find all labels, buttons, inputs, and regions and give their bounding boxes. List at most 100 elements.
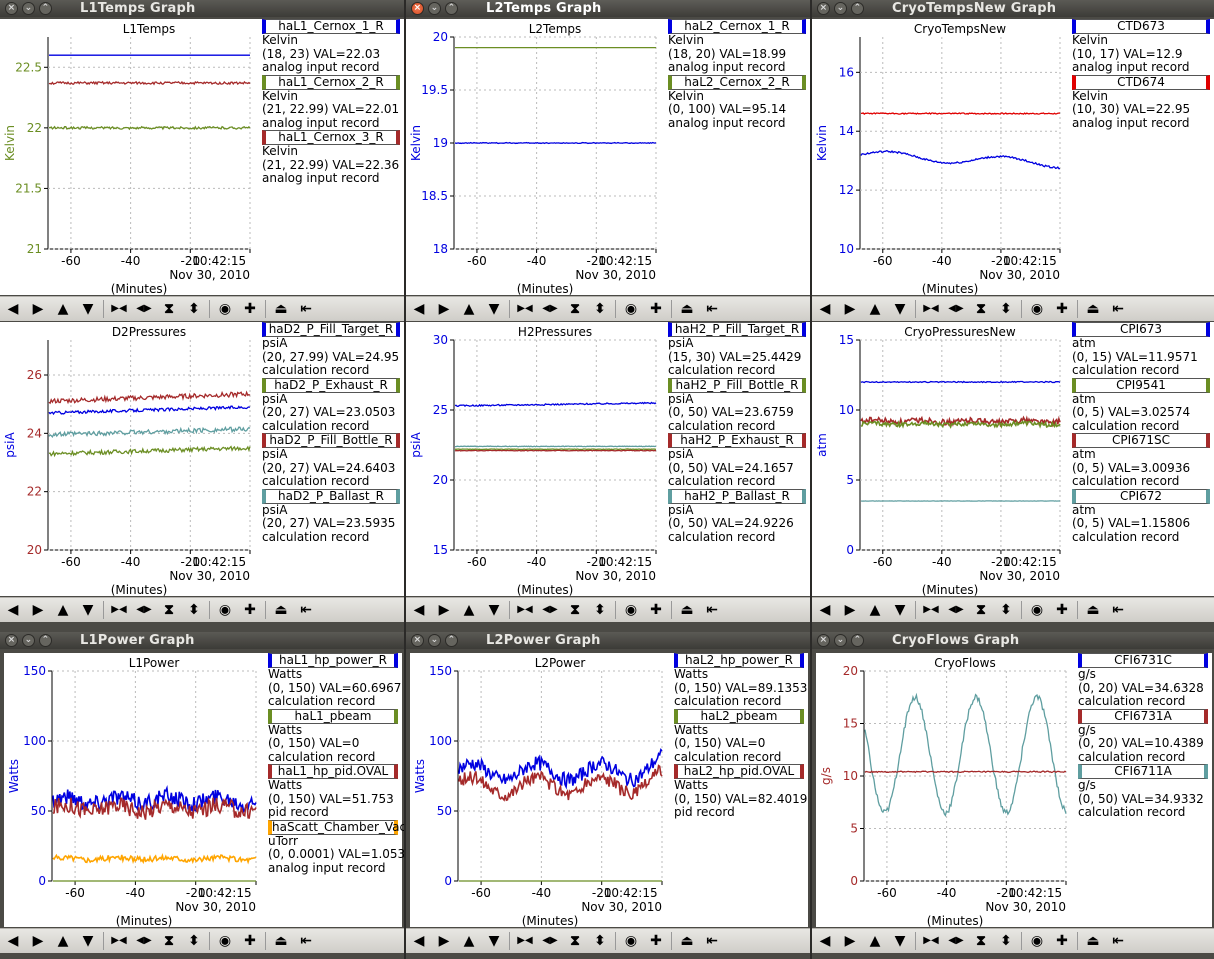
maximize-icon[interactable]: ⌃ xyxy=(851,2,864,15)
arrow-down-button[interactable]: ▼ xyxy=(483,299,505,319)
legend-pv-name[interactable]: haScatt_Chamber_Vac_R xyxy=(268,819,404,835)
legend-pv-name[interactable]: haL2_hp_power_R xyxy=(674,653,804,668)
legend-pv-name[interactable]: CFI6731C xyxy=(1078,653,1208,668)
arrow-left-button[interactable]: ◀ xyxy=(814,931,836,951)
window-titlebar[interactable]: × ⌄ ⌃ L2Temps Graph xyxy=(406,0,810,17)
legend-pv-name[interactable]: haL1_Cernox_3_R xyxy=(262,130,400,145)
legend-item[interactable]: haD2_P_Exhaust_R psiA (20, 27) VAL=23.0503… xyxy=(262,377,400,434)
shrink-vertical-button[interactable]: ⧗ xyxy=(564,299,586,319)
expand-vertical-button[interactable]: ⬍ xyxy=(589,931,611,951)
window-titlebar[interactable]: × ⌄ ⌃ L1Power Graph xyxy=(0,632,404,649)
dock-button[interactable]: ⇤ xyxy=(701,600,723,620)
zoom-fit-button[interactable]: ⏏ xyxy=(676,600,698,620)
shrink-horizontal-button[interactable]: ▶◀ xyxy=(920,600,942,620)
expand-horizontal-button[interactable]: ◀▶ xyxy=(945,931,967,951)
dock-button[interactable]: ⇤ xyxy=(295,600,317,620)
legend-pv-name[interactable]: CPI672 xyxy=(1072,488,1210,504)
legend-item[interactable]: haH2_P_Fill_Target_R psiA (15, 30) VAL=25.… xyxy=(668,322,806,378)
legend-item[interactable]: haH2_P_Ballast_R psiA (0, 50) VAL=24.9226 c… xyxy=(668,488,806,545)
expand-vertical-button[interactable]: ⬍ xyxy=(589,600,611,620)
shrink-horizontal-button[interactable]: ▶◀ xyxy=(108,299,130,319)
minimize-icon[interactable]: ⌄ xyxy=(22,2,35,15)
legend-item[interactable]: CPI9541 atm (0, 5) VAL=3.02574 calculation … xyxy=(1072,377,1210,434)
add-plus-button[interactable]: ✚ xyxy=(645,299,667,319)
close-icon[interactable]: × xyxy=(817,634,830,647)
arrow-left-button[interactable]: ◀ xyxy=(408,931,430,951)
zoom-fit-button[interactable]: ⏏ xyxy=(1082,931,1104,951)
close-icon[interactable]: × xyxy=(5,634,18,647)
arrow-right-button[interactable]: ▶ xyxy=(433,931,455,951)
shrink-horizontal-button[interactable]: ▶◀ xyxy=(920,299,942,319)
legend-item[interactable]: CFI6731C g/s (0, 20) VAL=34.6328 calculatio… xyxy=(1078,653,1208,709)
expand-horizontal-button[interactable]: ◀▶ xyxy=(133,600,155,620)
add-plus-button[interactable]: ✚ xyxy=(1051,931,1073,951)
expand-vertical-button[interactable]: ⬍ xyxy=(995,299,1017,319)
shrink-horizontal-button[interactable]: ▶◀ xyxy=(920,931,942,951)
arrow-up-button[interactable]: ▲ xyxy=(458,299,480,319)
dock-button[interactable]: ⇤ xyxy=(701,299,723,319)
arrow-left-button[interactable]: ◀ xyxy=(408,600,430,620)
maximize-icon[interactable]: ⌃ xyxy=(39,2,52,15)
legend-pv-name[interactable]: haL2_hp_pid.OVAL xyxy=(674,764,804,779)
legend-pv-name[interactable]: haH2_P_Exhaust_R xyxy=(668,433,806,448)
expand-horizontal-button[interactable]: ◀▶ xyxy=(539,931,561,951)
close-icon[interactable]: × xyxy=(817,2,830,15)
legend-pv-name[interactable]: haH2_P_Ballast_R xyxy=(668,488,806,504)
legend-pv-name[interactable]: CPI9541 xyxy=(1072,377,1210,393)
legend-item[interactable]: haL1_hp_pid.OVAL Watts (0, 150) VAL=51.753… xyxy=(268,764,398,820)
autoscale-circle-button[interactable]: ◉ xyxy=(620,600,642,620)
arrow-left-button[interactable]: ◀ xyxy=(814,600,836,620)
legend-pv-name[interactable]: haL2_Cernox_1_R xyxy=(668,19,806,34)
arrow-right-button[interactable]: ▶ xyxy=(27,299,49,319)
minimize-icon[interactable]: ⌄ xyxy=(428,2,441,15)
maximize-icon[interactable]: ⌃ xyxy=(39,634,52,647)
expand-vertical-button[interactable]: ⬍ xyxy=(183,931,205,951)
legend-pv-name[interactable]: haL2_Cernox_2_R xyxy=(668,74,806,90)
dock-button[interactable]: ⇤ xyxy=(295,299,317,319)
zoom-fit-button[interactable]: ⏏ xyxy=(1082,600,1104,620)
arrow-up-button[interactable]: ▲ xyxy=(864,931,886,951)
arrow-down-button[interactable]: ▼ xyxy=(483,931,505,951)
arrow-down-button[interactable]: ▼ xyxy=(77,931,99,951)
legend-pv-name[interactable]: haD2_P_Exhaust_R xyxy=(262,377,400,393)
legend-item[interactable]: CTD673 Kelvin (10, 17) VAL=12.9 analog inpu… xyxy=(1072,19,1210,75)
maximize-icon[interactable]: ⌃ xyxy=(445,634,458,647)
autoscale-circle-button[interactable]: ◉ xyxy=(1026,931,1048,951)
legend-item[interactable]: CPI672 atm (0, 5) VAL=1.15806 calculation r… xyxy=(1072,488,1210,545)
arrow-right-button[interactable]: ▶ xyxy=(839,931,861,951)
autoscale-circle-button[interactable]: ◉ xyxy=(620,299,642,319)
expand-vertical-button[interactable]: ⬍ xyxy=(589,299,611,319)
zoom-fit-button[interactable]: ⏏ xyxy=(676,931,698,951)
shrink-vertical-button[interactable]: ⧗ xyxy=(970,299,992,319)
shrink-horizontal-button[interactable]: ▶◀ xyxy=(108,600,130,620)
arrow-down-button[interactable]: ▼ xyxy=(889,931,911,951)
arrow-up-button[interactable]: ▲ xyxy=(458,600,480,620)
expand-horizontal-button[interactable]: ◀▶ xyxy=(539,600,561,620)
expand-vertical-button[interactable]: ⬍ xyxy=(183,600,205,620)
autoscale-circle-button[interactable]: ◉ xyxy=(620,931,642,951)
legend-item[interactable]: haD2_P_Ballast_R psiA (20, 27) VAL=23.5935… xyxy=(262,488,400,545)
zoom-fit-button[interactable]: ⏏ xyxy=(270,931,292,951)
window-titlebar[interactable]: × ⌄ ⌃ L1Temps Graph xyxy=(0,0,404,17)
shrink-vertical-button[interactable]: ⧗ xyxy=(564,600,586,620)
arrow-up-button[interactable]: ▲ xyxy=(864,600,886,620)
window-titlebar[interactable]: × ⌄ ⌃ CryoFlows Graph xyxy=(812,632,1214,649)
expand-vertical-button[interactable]: ⬍ xyxy=(995,600,1017,620)
arrow-left-button[interactable]: ◀ xyxy=(2,600,24,620)
arrow-down-button[interactable]: ▼ xyxy=(889,600,911,620)
arrow-down-button[interactable]: ▼ xyxy=(483,600,505,620)
shrink-vertical-button[interactable]: ⧗ xyxy=(564,931,586,951)
expand-horizontal-button[interactable]: ◀▶ xyxy=(945,600,967,620)
arrow-right-button[interactable]: ▶ xyxy=(433,600,455,620)
arrow-right-button[interactable]: ▶ xyxy=(27,600,49,620)
arrow-right-button[interactable]: ▶ xyxy=(839,600,861,620)
expand-horizontal-button[interactable]: ◀▶ xyxy=(133,931,155,951)
zoom-fit-button[interactable]: ⏏ xyxy=(270,299,292,319)
zoom-fit-button[interactable]: ⏏ xyxy=(676,299,698,319)
legend-pv-name[interactable]: CPI671SC xyxy=(1072,433,1210,448)
close-icon[interactable]: × xyxy=(411,634,424,647)
arrow-down-button[interactable]: ▼ xyxy=(889,299,911,319)
dock-button[interactable]: ⇤ xyxy=(1107,600,1129,620)
expand-horizontal-button[interactable]: ◀▶ xyxy=(133,299,155,319)
legend-pv-name[interactable]: CPI673 xyxy=(1072,322,1210,337)
